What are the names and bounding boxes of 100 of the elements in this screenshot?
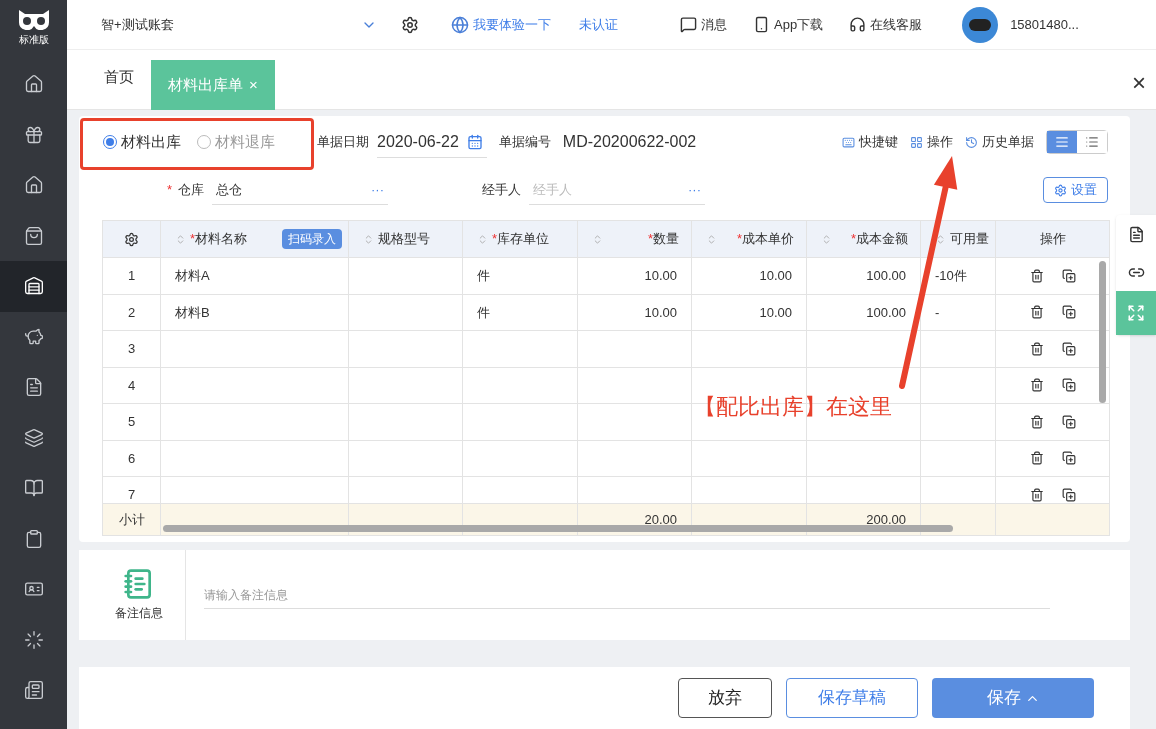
headset-icon	[849, 16, 867, 33]
row-number: 6	[127, 449, 136, 468]
column-settings-icon[interactable]	[124, 231, 139, 247]
row-number: 7	[127, 486, 136, 503]
table-cell-text: 10.00	[759, 267, 792, 285]
add-row-icon[interactable]	[1061, 305, 1076, 320]
table-cell-text: -10件	[935, 267, 967, 285]
document-number: MD-20200622-002	[562, 132, 697, 152]
delete-row-icon[interactable]	[1029, 451, 1044, 466]
required-mark: *	[492, 230, 498, 249]
delete-row-icon[interactable]	[1029, 341, 1044, 356]
column-header[interactable]: 规格型号	[378, 229, 430, 249]
lines-icon	[1055, 135, 1069, 149]
owl-logo-icon	[16, 8, 51, 30]
table-cell-text: 10.00	[759, 303, 792, 322]
tab[interactable]: 首页	[87, 52, 151, 102]
table-cell-text: 10.00	[644, 267, 677, 285]
table-cell-text: 100.00	[866, 303, 906, 322]
column-header[interactable]: 可用量	[950, 229, 989, 249]
trial-link[interactable]: 我要体验一下	[473, 14, 551, 35]
bag-icon	[23, 225, 44, 246]
spinner-icon	[23, 629, 44, 650]
required-mark: *	[647, 230, 653, 249]
layers-icon	[23, 427, 44, 448]
required-mark: *	[736, 230, 742, 249]
input-field[interactable]: 经手人 ···	[529, 175, 705, 205]
grid-icon	[910, 135, 923, 149]
radio-option[interactable]: 材料出库	[103, 130, 181, 154]
add-row-icon[interactable]	[1061, 487, 1076, 502]
calendar-icon	[466, 133, 483, 150]
table-cell-text: 材料B	[175, 303, 210, 322]
row-number: 1	[127, 267, 136, 285]
settings-icon[interactable]	[401, 15, 419, 34]
required-mark: *	[850, 230, 856, 249]
delete-row-icon[interactable]	[1029, 305, 1044, 320]
header-action[interactable]: 在线客服	[849, 14, 923, 35]
table-cell-text: 件	[477, 267, 490, 285]
sidebar-item[interactable]	[0, 261, 67, 312]
delete-row-icon[interactable]	[1029, 268, 1044, 283]
add-row-icon[interactable]	[1061, 451, 1076, 466]
column-header[interactable]: 材料名称	[195, 229, 248, 249]
subtotal-cell-text: 200.00	[866, 510, 906, 529]
footer-button[interactable]: 放弃	[678, 678, 772, 718]
vertical-scrollbar[interactable]	[1099, 261, 1106, 403]
home-icon	[23, 74, 44, 95]
subtotal-cell-text: 20.00	[644, 510, 677, 529]
account-name: 智+测试账套	[101, 15, 175, 34]
table-cell-text: 件	[477, 303, 490, 322]
avatar[interactable]	[962, 6, 999, 43]
globe-icon	[451, 15, 469, 34]
more-button[interactable]: ···	[688, 179, 701, 200]
settings-button[interactable]: 设置	[1043, 177, 1108, 203]
input-field[interactable]: 总仓 ···	[212, 175, 388, 205]
header-action[interactable]: App下载	[753, 14, 824, 35]
column-header[interactable]: 库存单位	[497, 229, 550, 249]
table-cell-text: 10.00	[644, 303, 677, 322]
horizontal-scrollbar[interactable]	[163, 525, 953, 532]
add-row-icon[interactable]	[1061, 414, 1076, 429]
expand-icon	[1127, 304, 1145, 322]
row-number: 3	[127, 340, 136, 358]
column-header[interactable]: 数量	[653, 229, 679, 249]
add-row-icon[interactable]	[1061, 341, 1076, 356]
toolbar-button[interactable]: 操作	[910, 132, 953, 152]
edition-label: 标准版	[18, 33, 49, 47]
delete-row-icon[interactable]	[1029, 487, 1044, 502]
footer-button[interactable]: 保存草稿	[786, 678, 918, 718]
document-icon[interactable]	[1127, 225, 1145, 243]
keyboard-icon	[842, 135, 855, 149]
column-header[interactable]: 成本金额	[856, 229, 908, 249]
add-row-icon[interactable]	[1061, 378, 1076, 393]
date-field[interactable]: 2020-06-22	[377, 126, 487, 158]
view-toggle[interactable]	[1047, 131, 1077, 153]
sort-icon[interactable]	[935, 233, 946, 245]
field-label: 经手人	[482, 181, 521, 200]
required-mark: *	[166, 181, 172, 200]
add-row-icon[interactable]	[1061, 268, 1076, 283]
remarks-input[interactable]: 请输入备注信息	[204, 585, 1050, 604]
verify-link[interactable]: 未认证	[579, 14, 618, 35]
more-button[interactable]: ···	[371, 179, 384, 200]
date-label: 单据日期	[317, 133, 369, 152]
toolbar-button[interactable]: 快捷键	[842, 132, 898, 152]
delete-row-icon[interactable]	[1029, 414, 1044, 429]
close-button[interactable]: ×	[1132, 71, 1146, 95]
delete-row-icon[interactable]	[1029, 378, 1044, 393]
user-name[interactable]: 15801480...	[1010, 14, 1079, 35]
warehouse-icon	[23, 276, 44, 297]
row-number: 4	[127, 376, 136, 395]
phone-icon	[753, 16, 770, 33]
header-action[interactable]: 消息	[680, 14, 727, 35]
column-header[interactable]: 成本单价	[742, 229, 794, 249]
required-mark: *	[190, 230, 196, 249]
list-icon	[1085, 135, 1099, 149]
settings-icon	[1054, 183, 1067, 197]
field-label: 仓库	[178, 181, 204, 200]
row-number: 2	[127, 303, 136, 322]
number-label: 单据编号	[498, 133, 551, 152]
toolbar-button[interactable]: 历史单据	[965, 132, 1034, 152]
book-icon	[23, 478, 44, 499]
piggy-bank-icon	[23, 326, 44, 347]
column-header: 操作	[1039, 230, 1066, 249]
